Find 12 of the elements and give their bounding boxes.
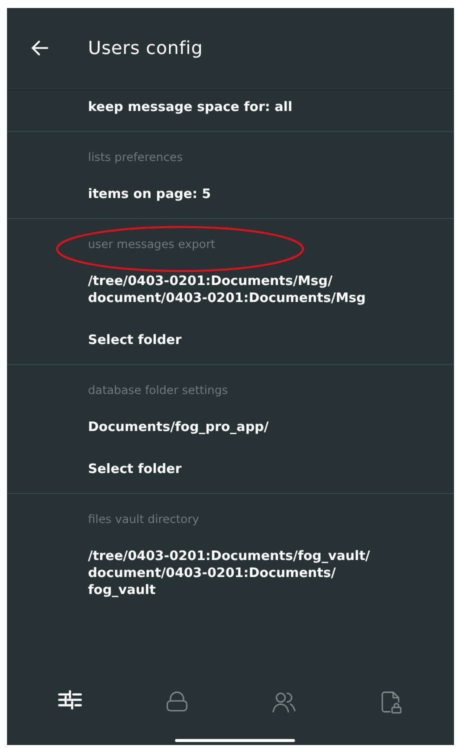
setting-item[interactable]: keep message space for: all	[88, 89, 292, 131]
section-header: files vault directory	[88, 511, 200, 528]
screen-title: Users config	[88, 38, 203, 58]
setting-item[interactable]: Select folder	[88, 322, 182, 364]
setting-item[interactable]: Documents/fog_pro_app/	[88, 409, 269, 451]
setting-item[interactable]: Select folder	[88, 451, 182, 493]
setting-item[interactable]: /tree/0403-0201:Documents/fog_vault/ document/0403-0201:Documents/ fog_vault	[88, 538, 370, 614]
setting-item[interactable]: /tree/0403-0201:Documents/Msg/ document/0403-0201:Documents/Msg	[88, 263, 366, 322]
setting-item[interactable]: items on page: 5	[88, 176, 211, 218]
section-header: user messages export	[88, 236, 216, 253]
section-header: lists preferences	[88, 149, 183, 166]
section-header: database folder settings	[88, 382, 228, 399]
